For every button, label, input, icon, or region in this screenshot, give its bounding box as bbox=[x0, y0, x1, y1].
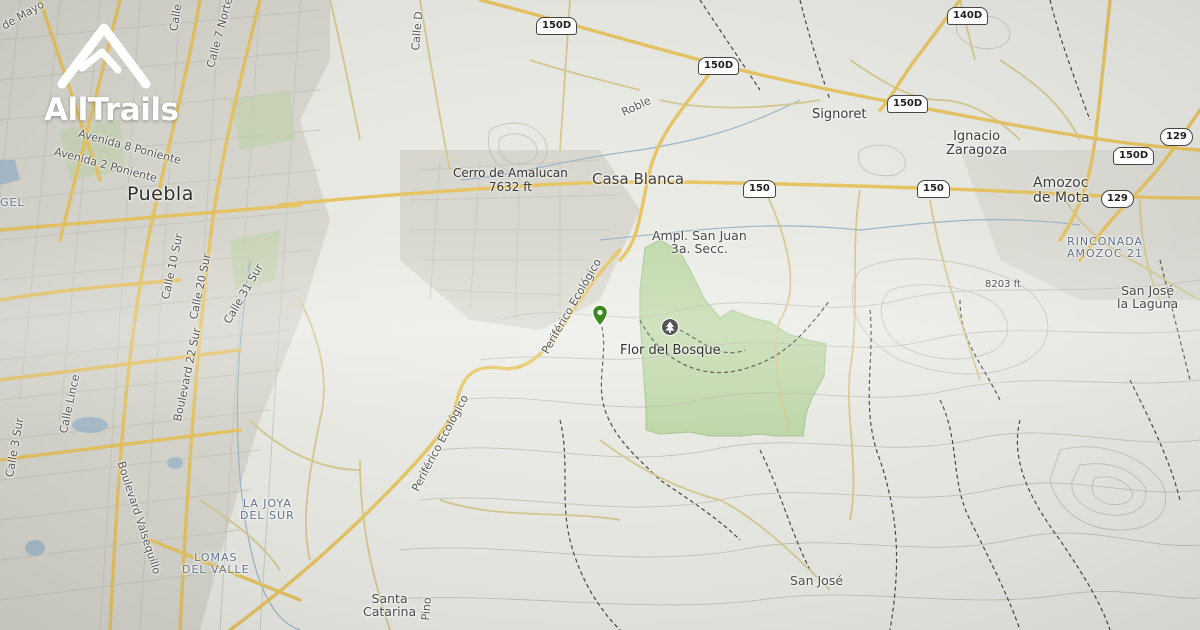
peak-elevation: 7632 ft bbox=[488, 180, 532, 195]
district-la-joya: LA JOYA DEL SUR bbox=[240, 497, 295, 522]
highway-shield-150d: 150D bbox=[887, 95, 929, 113]
district-gel: GEL bbox=[0, 196, 25, 209]
highway-shield-150: 150 bbox=[917, 180, 950, 198]
peak-label: Cerro de Amalucan 7632 ft bbox=[453, 166, 568, 195]
road-pino: Pino bbox=[419, 596, 434, 622]
highway-shield-150d: 150D bbox=[536, 17, 578, 35]
town-amozoc: Amozoc de Mota bbox=[1033, 175, 1090, 206]
brand-name: AllTrails bbox=[44, 92, 179, 128]
town-san-jose-la-laguna: San José la Laguna bbox=[1117, 283, 1179, 312]
peak-name: Cerro de Amalucan bbox=[453, 166, 568, 180]
poi-flor-del-bosque-label[interactable]: Flor del Bosque bbox=[620, 343, 721, 358]
district-lomas: LOMAS DEL VALLE bbox=[182, 551, 250, 576]
town-casa-blanca: Casa Blanca bbox=[592, 170, 685, 188]
alltrails-logo[interactable]: AllTrails bbox=[44, 22, 179, 132]
map-pin-icon[interactable] bbox=[591, 304, 609, 328]
town-san-jose: San José bbox=[790, 573, 844, 588]
town-ignacio-zaragoza: Ignacio Zaragoza bbox=[946, 129, 1008, 158]
highway-shield-150d: 150D bbox=[698, 57, 740, 75]
city-puebla: Puebla bbox=[127, 183, 194, 205]
highway-shield-140d: 140D bbox=[947, 7, 989, 25]
district-rinconada: RINCONADA AMOZOC 21 bbox=[1067, 235, 1144, 260]
town-santa-catarina: Santa Catarina bbox=[363, 591, 417, 620]
town-ampl-san-juan: Ampl. San Juan 3a. Secc. bbox=[652, 228, 747, 257]
map-canvas[interactable]: AllTrails Puebla Casa Blanca Amozoc de M… bbox=[0, 0, 1200, 630]
tree-icon[interactable] bbox=[661, 318, 679, 336]
mountain-logo-icon bbox=[57, 23, 151, 89]
highway-shield-129: 129 bbox=[1101, 190, 1134, 208]
elevation-mark: 8203 ft bbox=[985, 279, 1021, 290]
town-signoret: Signoret bbox=[812, 107, 867, 122]
highway-shield-129: 129 bbox=[1160, 128, 1193, 146]
highway-shield-150d: 150D bbox=[1113, 147, 1155, 165]
highway-shield-150: 150 bbox=[743, 180, 776, 198]
